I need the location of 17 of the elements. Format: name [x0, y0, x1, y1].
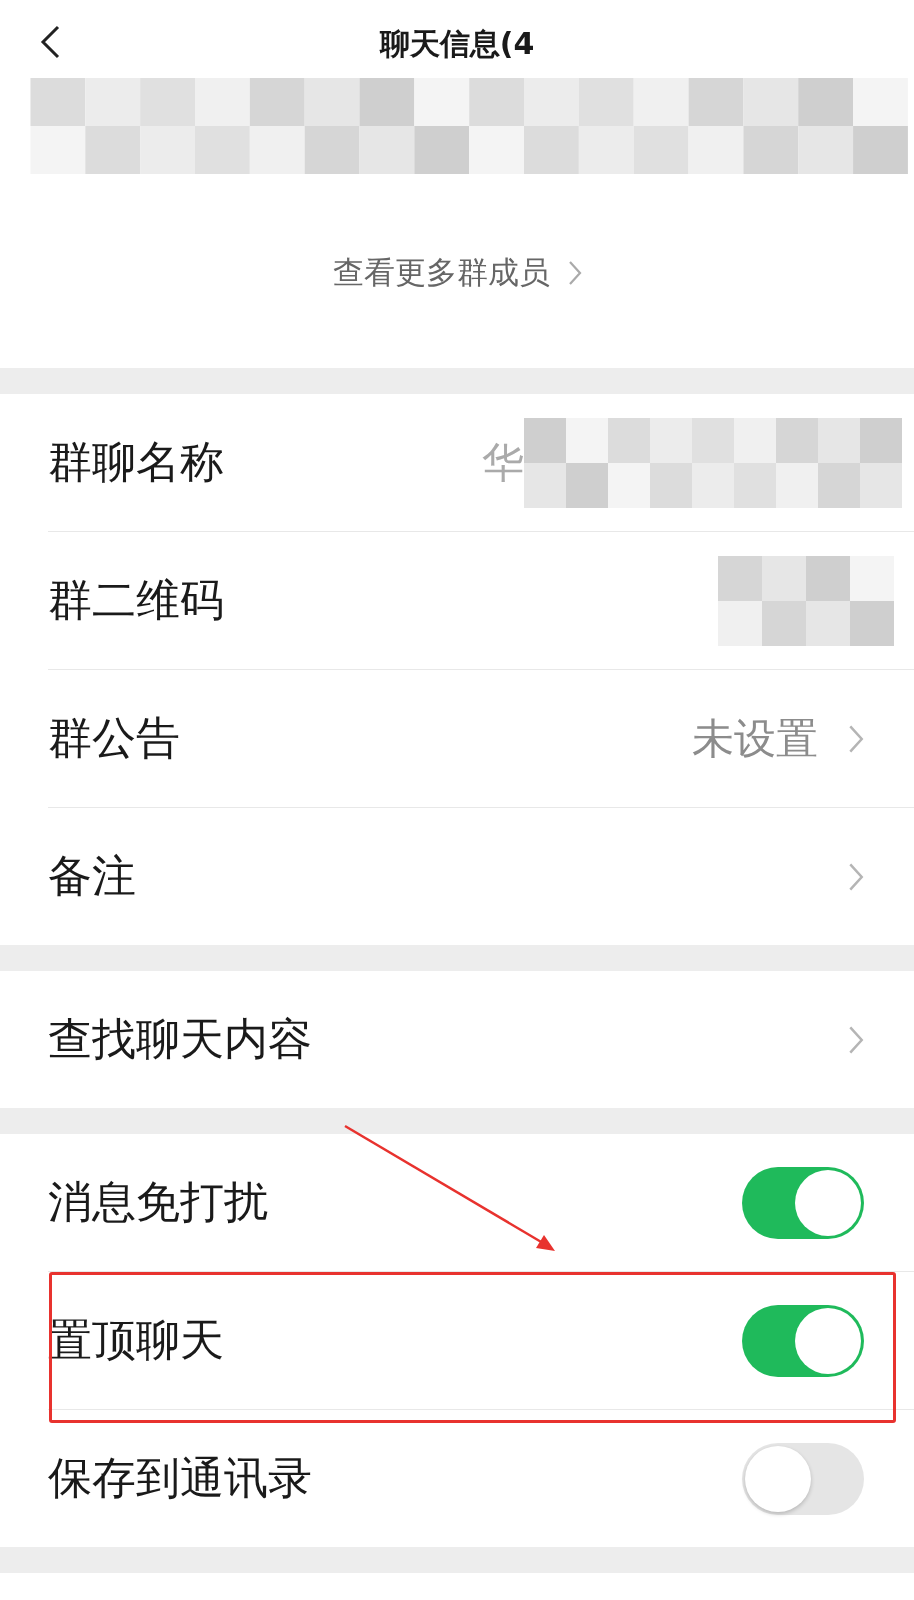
row-label: 群聊名称 — [48, 435, 224, 489]
chevron-icon — [848, 1024, 864, 1055]
chevron-icon — [848, 723, 864, 754]
window-title: 聊天信息(4 — [379, 24, 535, 63]
chevron-icon — [848, 861, 864, 892]
row-label: 查找聊天内容 — [48, 1012, 312, 1066]
row-label: 群公告 — [48, 711, 180, 765]
row-value: 华 — [482, 436, 524, 489]
row-label: 备注 — [48, 849, 136, 903]
chevron-icon — [567, 260, 582, 286]
row-label: 群二维码 — [48, 573, 224, 627]
row-value: 未设置 — [692, 712, 818, 765]
row-label: 保存到通讯录 — [48, 1451, 312, 1505]
row-label: 置顶聊天 — [48, 1313, 224, 1367]
row-label: 消息免打扰 — [48, 1175, 268, 1229]
back-icon[interactable] — [38, 24, 62, 60]
more-members-link[interactable]: 查看更多群成员 — [332, 252, 582, 294]
